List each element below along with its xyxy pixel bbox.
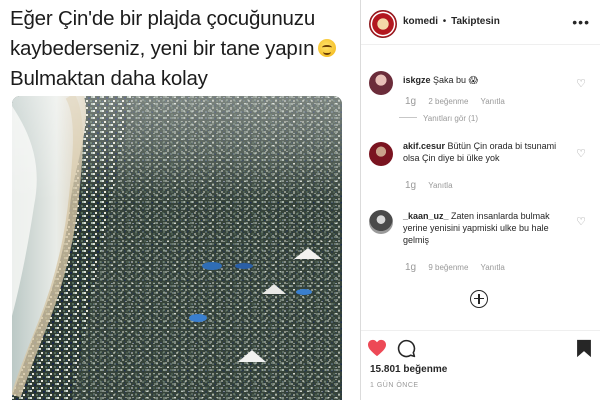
caption-line-3: Bulmaktan daha kolay	[10, 67, 208, 90]
comment-like-heart-icon[interactable]: ♡	[576, 78, 586, 90]
comment-time: 1g	[405, 96, 417, 107]
account-username[interactable]: komedi	[403, 16, 438, 27]
comment-meta: 1g 2 beğenme Yanıtla	[405, 96, 505, 107]
bookmark-filled-icon[interactable]	[576, 339, 592, 358]
commenter-username[interactable]: akif.cesur	[403, 141, 445, 151]
post-side-panel: komedi • Takiptesin ••• iskgze Şaka bu 😱…	[361, 0, 600, 400]
caption-line-2-text: kaybederseniz, yeni bir tane yapın	[10, 37, 315, 60]
grinning-sweat-emoji-icon	[318, 39, 337, 57]
comment-likes[interactable]: 2 beğenme	[428, 97, 468, 106]
reply-button[interactable]: Yanıtla	[480, 97, 504, 106]
comment-meta: 1g 9 beğenme Yanıtla	[405, 262, 505, 273]
comment-text: akif.cesur Bütün Çin orada bi tsunami ol…	[403, 140, 571, 164]
commenter-avatar[interactable]	[369, 142, 393, 166]
reply-button[interactable]: Yanıtla	[428, 181, 452, 190]
commenter-avatar[interactable]	[369, 71, 393, 95]
more-options-icon[interactable]: •••	[572, 14, 590, 30]
comment-time: 1g	[405, 180, 417, 191]
caption-line-2: kaybederseniz, yeni bir tane yapın	[10, 34, 350, 64]
comment-like-heart-icon[interactable]: ♡	[576, 216, 586, 228]
comment-bubble-icon[interactable]	[397, 339, 416, 358]
post-timestamp: 1 GÜN ÖNCE	[370, 382, 419, 389]
comment-like-heart-icon[interactable]: ♡	[576, 148, 586, 160]
post-actions-bar	[361, 330, 600, 367]
comment-likes[interactable]: 9 beğenme	[428, 263, 468, 272]
commenter-username[interactable]: _kaan_uz_	[403, 211, 449, 221]
follow-status-button[interactable]: Takiptesin	[451, 16, 500, 27]
likes-count[interactable]: 15.801 beğenme	[370, 364, 447, 375]
heart-filled-icon[interactable]	[367, 339, 387, 357]
comment-text: iskgze Şaka bu 😱	[403, 74, 571, 86]
comment-text: _kaan_uz_ Zaten insanlarda bulmak yerine…	[403, 210, 571, 246]
header-separator: •	[442, 16, 447, 27]
commenter-avatar[interactable]	[369, 210, 393, 234]
load-more-comments-plus-circle-icon[interactable]	[470, 290, 488, 308]
post-image[interactable]: Eğer Çin'de bir plajda çocuğunuzu kaybed…	[0, 0, 360, 400]
comment-meta: 1g Yanıtla	[405, 180, 453, 191]
screaming-face-emoji: 😱	[468, 75, 478, 85]
meme-caption: Eğer Çin'de bir plajda çocuğunuzu kaybed…	[10, 4, 350, 94]
comment-time: 1g	[405, 262, 417, 273]
account-avatar[interactable]	[369, 10, 397, 38]
comment-body: Şaka bu	[433, 75, 467, 85]
crowded-beach-photo	[12, 96, 342, 400]
view-replies-link[interactable]: Yanıtları gör (1)	[423, 114, 478, 123]
caption-line-1: Eğer Çin'de bir plajda çocuğunuzu	[10, 7, 316, 30]
post-header: komedi • Takiptesin •••	[361, 0, 600, 45]
header-account: komedi • Takiptesin	[403, 16, 500, 27]
reply-button[interactable]: Yanıtla	[480, 263, 504, 272]
commenter-username[interactable]: iskgze	[403, 75, 431, 85]
